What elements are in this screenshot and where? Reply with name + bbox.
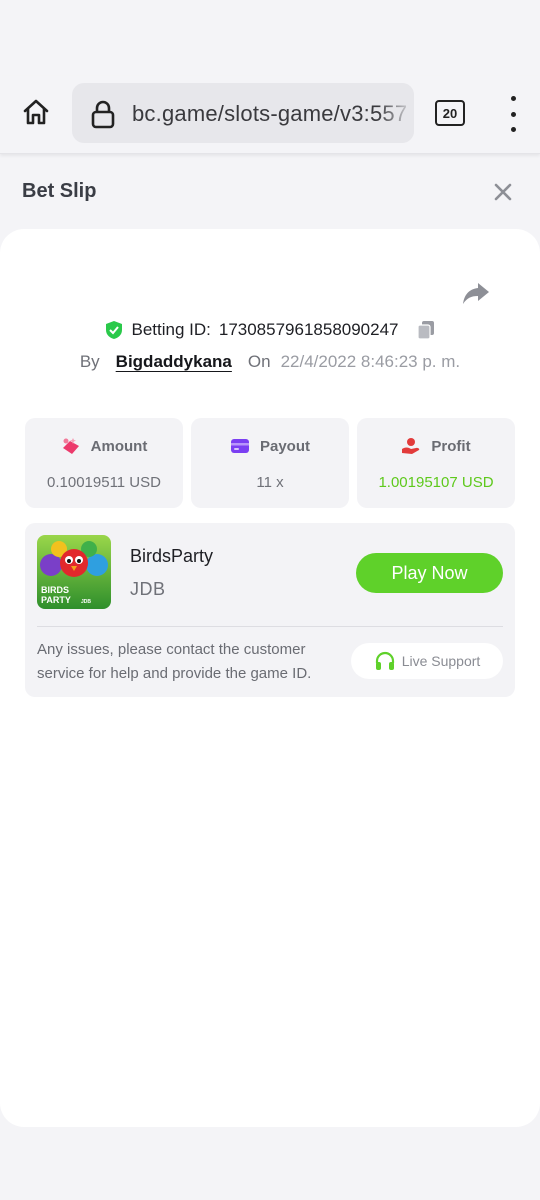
status-bar-area (0, 0, 540, 76)
betting-id-label: Betting ID: (131, 320, 211, 339)
on-label: On (247, 352, 271, 371)
home-icon (23, 99, 49, 125)
close-icon[interactable] (491, 180, 515, 204)
thumb-provider: JDB (81, 599, 91, 605)
menu-dot (510, 96, 516, 101)
menu-dot (510, 111, 516, 117)
browser-toolbar: bc.game/slots-game/v3:557 20 (0, 76, 540, 154)
profit-stat: Profit 1.00195107 USD (357, 418, 515, 508)
bettor-row: By Bigdaddykana On 22/4/2022 8:46:23 p. … (0, 349, 540, 375)
game-name[interactable]: BirdsParty (130, 546, 213, 567)
menu-dot (510, 127, 516, 132)
payout-label: Payout (259, 437, 310, 455)
browser-menu-button[interactable] (500, 96, 526, 132)
url-fade (378, 83, 414, 143)
profit-value: 1.00195107 USD (378, 474, 494, 491)
by-label: By (79, 352, 100, 371)
amount-stat: Amount 0.10019511 USD (25, 418, 183, 508)
address-bar[interactable]: bc.game/slots-game/v3:557 (72, 83, 414, 143)
username-link[interactable]: Bigdaddykana (116, 352, 232, 372)
headset-icon (375, 651, 394, 670)
profit-label: Profit (431, 437, 471, 455)
tab-switcher-button[interactable]: 20 (435, 100, 465, 126)
lock-icon (91, 100, 115, 129)
thumb-title-line1: BIRDS (41, 585, 69, 595)
bet-slip-title: Bet Slip (22, 180, 97, 202)
payout-stat: Payout 11 x (191, 418, 349, 508)
payout-value: 11 x (256, 474, 284, 491)
bet-date: 22/4/2022 8:46:23 p. m. (280, 352, 461, 371)
birds-party-image: BIRDS PARTY JDB (37, 535, 111, 609)
game-thumbnail[interactable]: BIRDS PARTY JDB (37, 535, 111, 609)
betting-id-row: Betting ID: 1730857961858090247 (0, 317, 540, 343)
betting-id-value: 1730857961858090247 (218, 320, 399, 339)
live-support-label: Live Support (401, 653, 481, 669)
copy-icon[interactable] (416, 320, 435, 340)
verified-shield-icon (106, 321, 123, 339)
share-icon[interactable] (462, 281, 490, 305)
amount-label: Amount (90, 437, 148, 455)
bet-stats: Amount 0.10019511 USD Payout 11 x Profit… (25, 418, 515, 508)
live-support-button[interactable]: Live Support (351, 643, 503, 679)
hand-coin-icon (402, 438, 420, 454)
amount-value: 0.10019511 USD (47, 474, 161, 491)
url-text: bc.game/slots-game/v3:557 (132, 101, 408, 126)
home-button[interactable] (16, 92, 56, 132)
play-now-button[interactable]: Play Now (356, 553, 503, 593)
bet-detail-card: Betting ID: 1730857961858090247 By Bigda… (0, 229, 540, 1127)
coins-icon (62, 438, 79, 454)
card-icon (230, 439, 249, 453)
game-panel: BIRDS PARTY JDB BirdsParty JDB Play Now … (25, 523, 515, 697)
thumb-title-line2: PARTY (41, 595, 71, 605)
support-message: Any issues, please contact the customer … (37, 641, 312, 682)
game-provider: JDB (130, 579, 166, 599)
divider (37, 626, 503, 627)
